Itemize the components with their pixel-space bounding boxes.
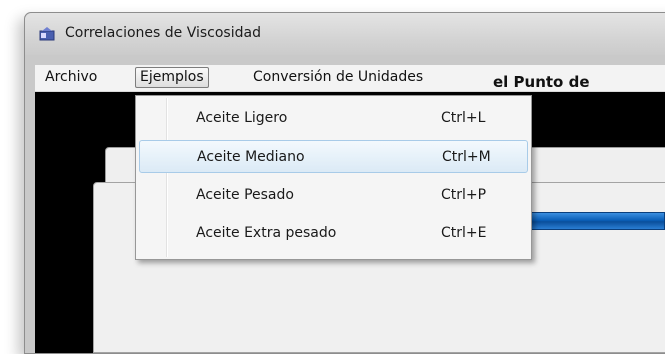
menu-item-label: Aceite Mediano	[197, 149, 305, 165]
menu-archivo[interactable]: Archivo	[41, 67, 101, 88]
menu-item-label: Aceite Extra pesado	[196, 225, 337, 241]
app-window-icon	[39, 26, 55, 41]
menu-item-aceite-pesado[interactable]: Aceite Pesado Ctrl+P	[139, 179, 528, 212]
menu-item-shortcut: Ctrl+P	[441, 187, 487, 203]
window-title: Correlaciones de Viscosidad	[65, 25, 261, 41]
ejemplos-dropdown-menu: Aceite Ligero Ctrl+L Aceite Mediano Ctrl…	[135, 95, 532, 260]
menu-item-shortcut: Ctrl+E	[441, 225, 487, 241]
menu-item-aceite-mediano[interactable]: Aceite Mediano Ctrl+M	[139, 140, 528, 173]
menu-item-aceite-ligero[interactable]: Aceite Ligero Ctrl+L	[139, 102, 528, 135]
panel-heading-text: el Punto de	[493, 73, 590, 91]
title-bar[interactable]: Correlaciones de Viscosidad	[25, 13, 665, 55]
menu-item-label: Aceite Pesado	[196, 187, 294, 203]
menu-item-aceite-extra-pesado[interactable]: Aceite Extra pesado Ctrl+E	[139, 217, 528, 250]
menu-item-label: Aceite Ligero	[196, 110, 288, 126]
menu-item-shortcut: Ctrl+M	[442, 149, 491, 165]
menu-ejemplos[interactable]: Ejemplos	[135, 67, 209, 88]
menu-conversion-unidades[interactable]: Conversión de Unidades	[249, 67, 427, 88]
menu-item-shortcut: Ctrl+L	[441, 110, 486, 126]
